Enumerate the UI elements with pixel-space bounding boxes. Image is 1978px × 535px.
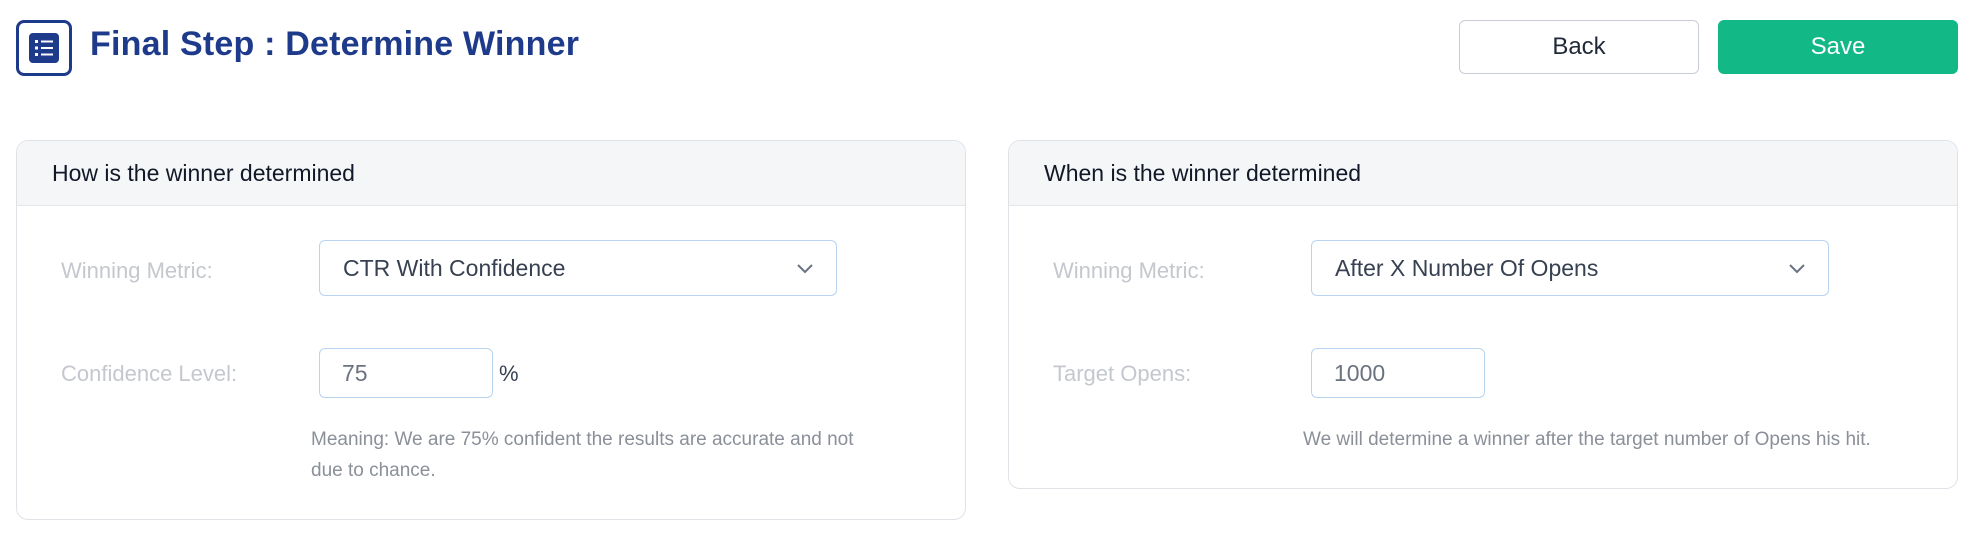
confidence-help-text: Meaning: We are 75% confident the result… <box>311 424 854 486</box>
confidence-help-line: due to chance. <box>311 460 436 481</box>
winner-method-card-title: How is the winner determined <box>17 141 965 206</box>
chevron-down-icon <box>1789 264 1805 274</box>
checklist-icon <box>16 20 72 76</box>
winning-metric-value: CTR With Confidence <box>343 254 566 281</box>
winner-timing-card: When is the winner determined Winning Me… <box>1008 140 1958 489</box>
page-header: Final Step : Determine Winner Back Save <box>0 0 1978 95</box>
winning-metric-select[interactable]: CTR With Confidence <box>319 240 837 296</box>
timing-metric-select[interactable]: After X Number Of Opens <box>1311 240 1829 296</box>
confidence-help-line: Meaning: We are 75% confident the result… <box>311 429 854 450</box>
back-button[interactable]: Back <box>1459 20 1699 74</box>
timing-metric-value: After X Number Of Opens <box>1335 254 1599 281</box>
winning-metric-label: Winning Metric: <box>61 258 213 283</box>
winner-timing-card-title: When is the winner determined <box>1009 141 1957 206</box>
page-title: Final Step : Determine Winner <box>90 25 580 63</box>
confidence-level-input[interactable]: 75 <box>319 348 493 398</box>
target-opens-help-text: We will determine a winner after the tar… <box>1303 429 1871 450</box>
save-button[interactable]: Save <box>1718 20 1958 74</box>
chevron-down-icon <box>797 264 813 274</box>
target-opens-input[interactable]: 1000 <box>1311 348 1485 398</box>
confidence-level-label: Confidence Level: <box>61 361 238 386</box>
timing-metric-label: Winning Metric: <box>1053 258 1205 283</box>
target-opens-label: Target Opens: <box>1053 361 1192 386</box>
percent-suffix: % <box>499 361 519 386</box>
winner-method-card: How is the winner determined Winning Met… <box>16 140 966 520</box>
